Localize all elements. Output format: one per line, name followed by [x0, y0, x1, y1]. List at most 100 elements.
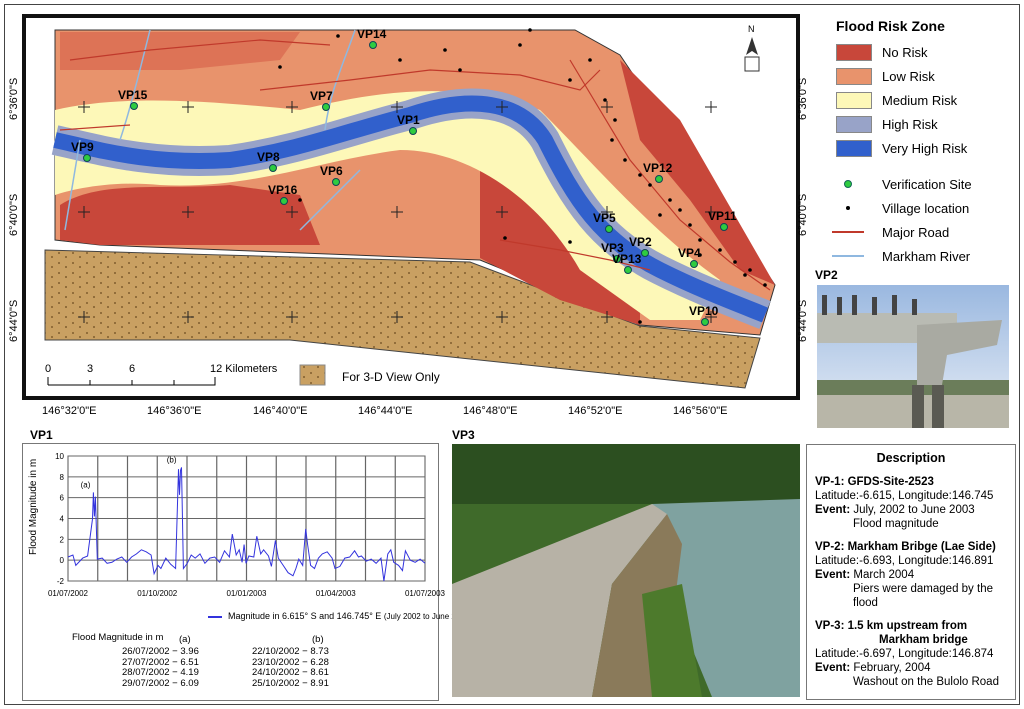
legend-title: Flood Risk Zone	[836, 18, 945, 34]
grid-cross	[705, 101, 717, 113]
table-b-header: (b)	[312, 634, 324, 645]
north-arrow-icon	[744, 37, 760, 72]
swatch	[836, 115, 872, 133]
latitude-label: 6°36'0"S	[797, 77, 809, 120]
latitude-label: 6°40'0"S	[797, 193, 809, 236]
legend-low-risk: Low Risk	[812, 64, 1012, 88]
table-b: 22/10/2002 − 8.73 23/10/2002 − 6.28 24/10/…	[252, 646, 329, 689]
swatch	[836, 139, 872, 157]
vp3-coords: Latitude:-6.697, Longitude:146.874	[815, 648, 994, 660]
site-label-vp13: VP13	[612, 252, 642, 266]
table-a: 26/07/2002 − 3.96 27/07/2002 − 6.51 28/07/…	[122, 646, 199, 689]
legend-label: High Risk	[882, 116, 938, 132]
vp1-coords: Latitude:-6.615, Longitude:146.745	[815, 490, 994, 502]
vp1-description: VP-1: GFDS-Site-2523 Latitude:-6.615, Lo…	[815, 475, 1007, 531]
map-legend: Flood Risk Zone No Risk Low Risk Medium …	[812, 18, 1012, 268]
vp1-heading: VP-1: GFDS-Site-2523	[815, 476, 934, 488]
site-label-vp5: VP5	[593, 211, 616, 225]
event-label: Event:	[815, 662, 851, 674]
legend-label: Markham River	[882, 248, 971, 264]
y-axis-label: Flood Magnitude in m	[28, 458, 39, 555]
y-tick-label: -2	[57, 577, 65, 586]
legend-village: Village location	[812, 196, 1012, 220]
village-dot	[528, 28, 532, 32]
village-dot	[678, 208, 682, 212]
village-dot	[568, 240, 572, 244]
village-dot	[668, 198, 672, 202]
village-dot	[638, 320, 642, 324]
verification-site-marker	[624, 266, 632, 274]
description-title: Description	[876, 451, 946, 465]
village-dot	[688, 223, 692, 227]
village-dot	[658, 213, 662, 217]
legend-medium-risk: Medium Risk	[812, 88, 1012, 112]
legend-very-high-risk: Very High Risk	[812, 136, 1012, 160]
village-dot	[638, 173, 642, 177]
vp3-event: February, 2004	[853, 662, 931, 674]
y-tick-label: 8	[60, 473, 65, 482]
vp2-note: Piers were damaged by the flood	[853, 583, 993, 609]
vp2-heading: VP-2: Markham Bribge (Lae Side)	[815, 541, 996, 553]
village-dot	[603, 98, 607, 102]
x-tick-label: 01/07/2003	[405, 589, 446, 598]
swatch	[836, 67, 872, 85]
village-dot	[743, 273, 747, 277]
vp3-heading-2: Markham bridge	[879, 634, 968, 646]
table-a-row: 26/07/2002 − 3.96	[122, 646, 199, 657]
vp3-washout-photo	[452, 444, 800, 697]
verification-site-marker	[690, 260, 698, 268]
x-tick-label: 01/04/2003	[316, 589, 357, 598]
village-dot	[648, 183, 652, 187]
legend-label: Village location	[882, 200, 970, 216]
village-dot-icon	[846, 206, 850, 210]
legend-line-icon	[208, 615, 222, 618]
vp2-event: March 2004	[853, 569, 915, 581]
site-label-vp11: VP11	[708, 209, 737, 223]
vp2-bridge-photo	[817, 285, 1009, 428]
village-dot	[748, 268, 752, 272]
vp3-note: Washout on the Bulolo Road	[853, 676, 999, 688]
x-tick-label: 01/07/2002	[48, 589, 89, 598]
legend-label: Verification Site	[882, 176, 972, 192]
verification-site-marker	[655, 175, 663, 183]
legend-label: Very High Risk	[882, 140, 968, 156]
legend-label: Medium Risk	[882, 92, 958, 108]
y-tick-label: 0	[60, 556, 65, 565]
legend-text: Magnitude in 6.615° S and 146.745° E	[228, 611, 382, 621]
latitude-label: 6°44'0"S	[797, 299, 809, 342]
site-label-vp10: VP10	[689, 304, 719, 318]
swatch	[836, 91, 872, 109]
legend-high-risk: High Risk	[812, 112, 1012, 136]
table-a-row: 28/07/2002 − 4.19	[122, 667, 199, 678]
y-tick-label: 4	[60, 515, 65, 524]
longitude-label: 146°56'0"E	[673, 405, 728, 417]
description-panel: Description VP-1: GFDS-Site-2523 Latitud…	[806, 444, 1016, 700]
table-b-row: 25/10/2002 − 8.91	[252, 677, 329, 689]
vp1-note: Flood magnitude	[853, 518, 939, 530]
site-label-vp4: VP4	[678, 246, 701, 260]
village-dot	[718, 248, 722, 252]
vp3-heading: VP-3: 1.5 km upstream from	[815, 620, 968, 632]
table-title: Flood Magnitude in m	[72, 632, 164, 643]
x-tick-label: 01/10/2002	[137, 589, 178, 598]
village-dot	[568, 78, 572, 82]
north-label: N	[748, 24, 755, 34]
village-dot	[518, 43, 522, 47]
verification-site-marker	[701, 318, 709, 326]
site-label-vp2: VP2	[629, 235, 652, 249]
longitude-label: 146°48'0"E	[463, 405, 518, 417]
y-tick-label: 6	[60, 494, 65, 503]
verification-site-icon	[844, 180, 852, 188]
vp3-label: VP3	[452, 428, 475, 442]
verification-site-marker	[641, 249, 649, 257]
chart-legend: Magnitude in 6.615° S and 146.745° E (Ju…	[208, 611, 472, 621]
table-a-row: 29/07/2002 − 6.09	[122, 677, 199, 689]
table-b-row: 22/10/2002 − 8.73	[252, 646, 329, 657]
village-dot	[623, 158, 627, 162]
village-dot	[733, 260, 737, 264]
longitude-label: 146°52'0"E	[568, 405, 623, 417]
village-dot	[458, 68, 462, 72]
village-dot	[503, 236, 507, 240]
vp2-coords: Latitude:-6.693, Longitude:146.891	[815, 555, 994, 567]
legend-label: Major Road	[882, 224, 950, 240]
